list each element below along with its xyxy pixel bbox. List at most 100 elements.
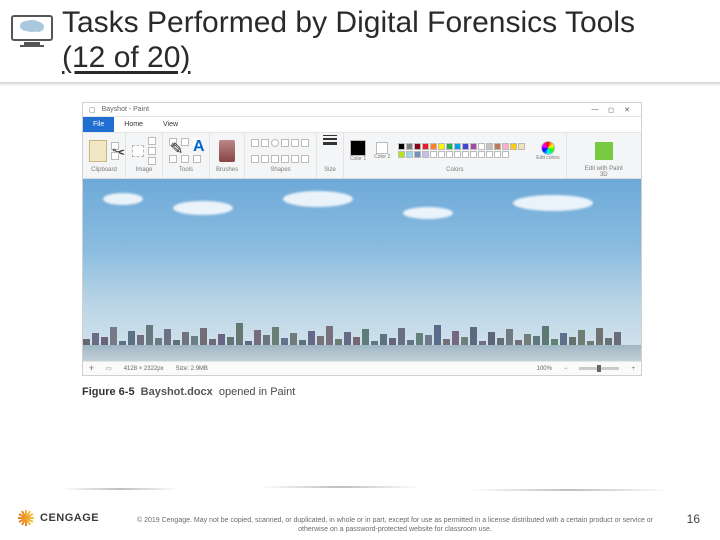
color-swatch[interactable] <box>406 143 413 150</box>
text-icon[interactable]: A <box>193 138 201 146</box>
pencil-icon[interactable]: ✎ <box>169 138 177 146</box>
color-swatch[interactable] <box>422 143 429 150</box>
footer-decoration <box>0 486 720 496</box>
color-swatch[interactable] <box>518 143 525 150</box>
tab-home[interactable]: Home <box>114 117 153 132</box>
figure-caption: Figure 6-5 Bayshot.docx opened in Paint <box>82 386 642 398</box>
color1-button[interactable] <box>350 140 366 156</box>
color-swatch[interactable] <box>446 143 453 150</box>
color-swatch[interactable] <box>430 151 437 158</box>
shape-tri[interactable] <box>251 155 259 163</box>
starburst-icon <box>18 510 34 526</box>
color-swatch[interactable] <box>414 143 421 150</box>
tab-file[interactable]: File <box>83 117 114 132</box>
edit-colors-label: Edit colors <box>536 155 559 161</box>
cut-icon[interactable]: ✂ <box>111 142 119 150</box>
group-image-label: Image <box>136 167 153 176</box>
shape-arrow[interactable] <box>301 155 309 163</box>
color-swatch[interactable] <box>470 151 477 158</box>
color-swatch[interactable] <box>470 143 477 150</box>
group-paint3d-label: Edit with Paint 3D <box>584 166 624 176</box>
color-swatch[interactable] <box>502 143 509 150</box>
maximize-button[interactable]: ◻ <box>603 105 619 115</box>
file-size: Size: 2.9MB <box>176 366 208 372</box>
shape-curve[interactable] <box>261 139 269 147</box>
color-swatch[interactable] <box>438 151 445 158</box>
shape-rect[interactable] <box>281 139 289 147</box>
color-swatch[interactable] <box>510 143 517 150</box>
color-swatch[interactable] <box>478 151 485 158</box>
group-clipboard-label: Clipboard <box>91 167 117 176</box>
brand-logo: CENGAGE <box>18 510 99 526</box>
crop-icon[interactable] <box>148 137 156 145</box>
slide-title: Tasks Performed by Digital Forensics Too… <box>62 6 635 41</box>
resize-icon[interactable] <box>148 147 156 155</box>
monitor-cloud-icon <box>10 10 56 50</box>
brushes-button[interactable] <box>219 140 235 162</box>
color2-button[interactable] <box>376 142 388 154</box>
color-swatch[interactable] <box>446 151 453 158</box>
window-titlebar: ▢ Bayshot - Paint — ◻ ✕ <box>83 103 641 117</box>
group-colors: Color 1 Color 2 Edit colors Colors <box>344 133 567 178</box>
tab-view[interactable]: View <box>153 117 188 132</box>
shape-pent[interactable] <box>281 155 289 163</box>
color-swatch[interactable] <box>494 143 501 150</box>
cursor-pos-icon: ✛ <box>89 365 94 372</box>
status-bar: ✛ ▭ 4128 × 2322px Size: 2.9MB 100% − + <box>83 361 641 375</box>
close-button[interactable]: ✕ <box>619 105 635 115</box>
group-shapes-label: Shapes <box>270 167 290 176</box>
size-1[interactable] <box>323 135 337 136</box>
copy-icon[interactable] <box>111 152 119 160</box>
canvas-image <box>83 179 641 361</box>
size-2[interactable] <box>323 138 337 140</box>
color-swatch[interactable] <box>462 143 469 150</box>
group-shapes: Shapes <box>245 133 317 178</box>
picker-icon[interactable] <box>181 155 189 163</box>
color-swatch[interactable] <box>494 151 501 158</box>
color-swatch[interactable] <box>454 143 461 150</box>
color-swatches <box>398 143 528 158</box>
paint-window: ▢ Bayshot - Paint — ◻ ✕ File Home View ✂ <box>82 102 642 376</box>
shape-poly[interactable] <box>301 139 309 147</box>
size-3[interactable] <box>323 142 337 145</box>
color-swatch[interactable] <box>398 143 405 150</box>
minimize-button[interactable]: — <box>587 105 603 115</box>
group-colors-label: Colors <box>446 167 463 176</box>
shape-rtri[interactable] <box>261 155 269 163</box>
paint3d-button[interactable] <box>595 142 613 160</box>
shape-hex[interactable] <box>291 155 299 163</box>
color-swatch[interactable] <box>462 151 469 158</box>
color-swatch[interactable] <box>486 143 493 150</box>
zoom-in-button[interactable]: + <box>631 366 635 372</box>
fill-icon[interactable] <box>181 138 189 146</box>
figure-filename: Bayshot.docx <box>141 386 213 398</box>
color-swatch[interactable] <box>422 151 429 158</box>
zoom-out-button[interactable]: − <box>564 366 568 372</box>
color-swatch[interactable] <box>430 143 437 150</box>
zoom-slider[interactable] <box>579 367 619 370</box>
figure: ▢ Bayshot - Paint — ◻ ✕ File Home View ✂ <box>82 102 642 398</box>
shape-oval[interactable] <box>271 139 279 147</box>
color-swatch[interactable] <box>406 151 413 158</box>
color-swatch[interactable] <box>478 143 485 150</box>
slide-header: Tasks Performed by Digital Forensics Too… <box>0 0 720 75</box>
color-swatch[interactable] <box>414 151 421 158</box>
shape-rrect[interactable] <box>291 139 299 147</box>
eraser-icon[interactable] <box>169 155 177 163</box>
shape-line[interactable] <box>251 139 259 147</box>
select-icon[interactable] <box>132 145 144 157</box>
shape-dia[interactable] <box>271 155 279 163</box>
color-swatch[interactable] <box>486 151 493 158</box>
paste-icon[interactable] <box>89 140 107 162</box>
color-swatch[interactable] <box>502 151 509 158</box>
color-swatch[interactable] <box>438 143 445 150</box>
brand-text: CENGAGE <box>40 512 99 524</box>
rotate-icon[interactable] <box>148 157 156 165</box>
group-paint3d: Edit with Paint 3D <box>567 133 641 178</box>
zoom-icon[interactable] <box>193 155 201 163</box>
edit-colors-button[interactable] <box>541 141 555 155</box>
color-swatch[interactable] <box>454 151 461 158</box>
color1-label: Color 1 <box>350 156 366 162</box>
color-swatch[interactable] <box>398 151 405 158</box>
group-image: Image <box>126 133 163 178</box>
